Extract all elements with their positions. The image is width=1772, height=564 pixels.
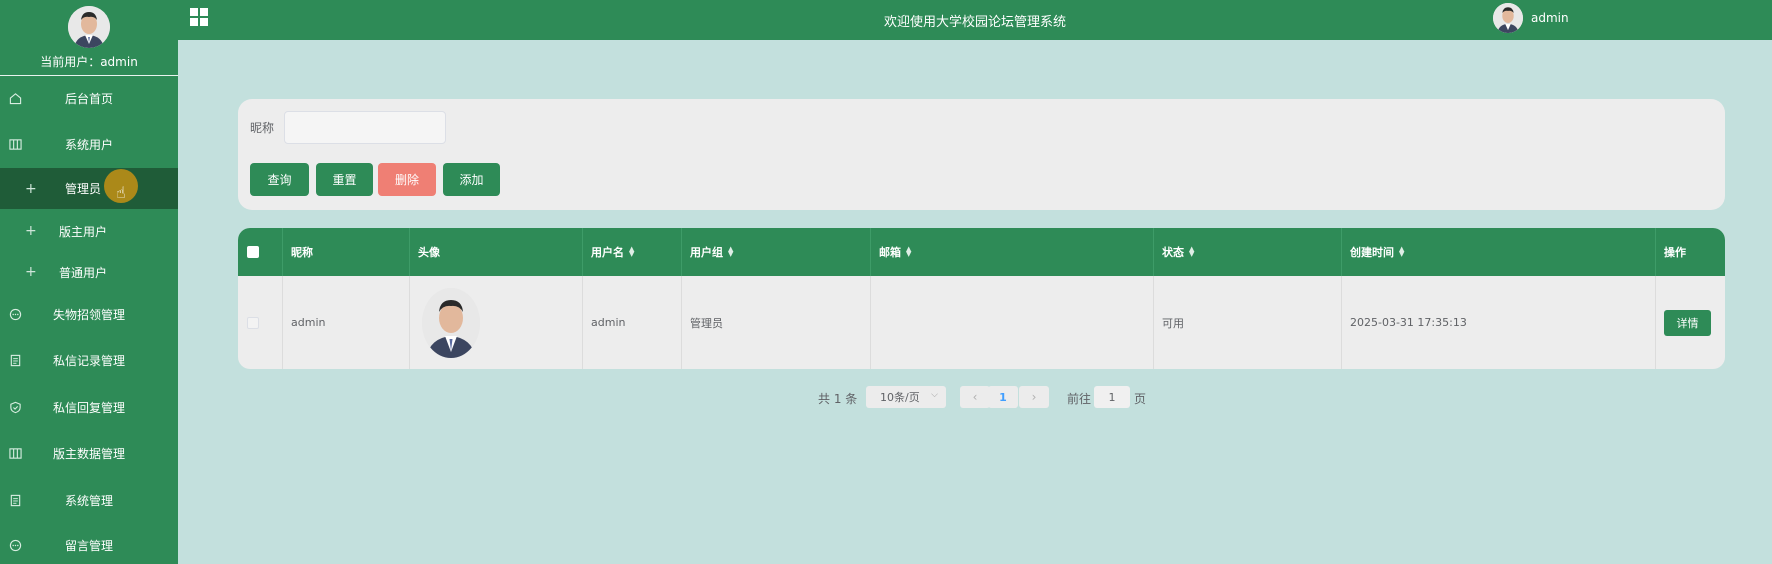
reset-button[interactable]: 重置	[316, 163, 373, 196]
sidebar-item-normal-users[interactable]: + 普通用户	[0, 252, 178, 292]
avatar	[1493, 3, 1523, 33]
admin-table: 昵称 头像 用户名 ▲ ▼ 用户组 ▲ ▼ 邮箱 ▲ ▼ 状态 ▲ ▼ 创建时间 ▲ ▼ 操作 ad…	[238, 228, 1725, 369]
sort-caret-icon: ▲ ▼	[629, 245, 635, 258]
cell-actions: 详情	[1656, 276, 1725, 369]
cell-username: admin	[583, 276, 682, 369]
column-user-group[interactable]: 用户组 ▲ ▼	[682, 228, 871, 276]
column-nickname: 昵称	[283, 228, 410, 276]
sidebar-item-admin[interactable]: + 管理员	[0, 168, 178, 209]
column-avatar: 头像	[410, 228, 583, 276]
top-bar: 欢迎使用大学校园论坛管理系统 admin	[178, 0, 1772, 40]
sort-caret-icon: ▲ ▼	[728, 245, 734, 258]
sidebar-item-private-messages[interactable]: 私信记录管理	[0, 340, 178, 380]
cell-avatar	[410, 276, 583, 369]
cell-nickname: admin	[283, 276, 410, 369]
sidebar-avatar	[68, 6, 110, 48]
column-status[interactable]: 状态 ▲ ▼	[1154, 228, 1342, 276]
sidebar-item-guestbook[interactable]: 留言管理	[0, 525, 178, 564]
chevron-left-icon: ‹	[972, 390, 978, 404]
detail-button[interactable]: 详情	[1664, 309, 1711, 336]
cell-user-group: 管理员	[682, 276, 871, 369]
row-select-cell	[238, 276, 283, 369]
goto-page-input[interactable]: 1	[1094, 386, 1130, 408]
pointer-hand-icon: ☝	[116, 183, 126, 202]
delete-button[interactable]: 删除	[378, 163, 436, 196]
column-actions: 操作	[1664, 246, 1686, 259]
sidebar-item-moderator-data[interactable]: 版主数据管理	[0, 433, 178, 473]
nickname-input[interactable]	[284, 111, 446, 144]
sidebar-item-moderator-users[interactable]: + 版主用户	[0, 211, 178, 251]
document-icon	[7, 492, 23, 508]
plus-icon: +	[25, 223, 37, 239]
goto-unit: 页	[1134, 392, 1147, 406]
home-icon	[7, 90, 23, 106]
columns-icon	[7, 445, 23, 461]
chevron-down-icon: ⌵	[931, 390, 938, 400]
sort-caret-icon: ▲ ▼	[906, 245, 912, 258]
plus-icon: +	[25, 264, 37, 280]
top-user-menu[interactable]: admin	[1493, 3, 1569, 33]
user-avatar-image	[422, 287, 480, 358]
plus-icon: +	[25, 180, 37, 197]
page-number-current[interactable]: 1	[988, 386, 1018, 408]
sort-caret-icon: ▲ ▼	[1189, 245, 1195, 258]
column-email[interactable]: 邮箱 ▲ ▼	[871, 228, 1154, 276]
sidebar-item-system-users[interactable]: 系统用户	[0, 124, 178, 164]
column-created-time[interactable]: 创建时间 ▲ ▼	[1342, 228, 1656, 276]
sidebar-user-panel: 当前用户：admin	[0, 0, 178, 76]
add-button[interactable]: 添加	[443, 163, 500, 196]
pagination-total: 共 1 条	[818, 392, 858, 406]
nickname-label: 昵称	[250, 121, 275, 135]
chevron-right-icon: ›	[1031, 390, 1037, 404]
chat-icon	[7, 306, 23, 322]
search-panel: 昵称 查询 重置 删除 添加	[238, 99, 1725, 210]
query-button[interactable]: 查询	[250, 163, 309, 196]
chat-icon	[7, 537, 23, 553]
cell-email	[871, 276, 1154, 369]
table-header: 昵称 头像 用户名 ▲ ▼ 用户组 ▲ ▼ 邮箱 ▲ ▼ 状态 ▲ ▼ 创建时间 ▲ ▼ 操作	[238, 228, 1725, 276]
sort-caret-icon: ▲ ▼	[1399, 245, 1405, 258]
cell-status: 可用	[1154, 276, 1342, 369]
sidebar-item-dashboard[interactable]: 后台首页	[0, 78, 178, 118]
sidebar-current-user: 当前用户：admin	[40, 55, 138, 69]
cell-created-time: 2025-03-31 17:35:13	[1342, 276, 1656, 369]
sidebar-item-lost-found[interactable]: 失物招领管理	[0, 294, 178, 334]
select-all-checkbox[interactable]	[247, 246, 259, 258]
select-all-cell	[238, 228, 283, 276]
pagination: 共 1 条 10条/页 ⌵ ‹ 1 › 前往 1 页	[0, 386, 1772, 408]
prev-page-button[interactable]: ‹	[960, 386, 990, 408]
next-page-button[interactable]: ›	[1019, 386, 1049, 408]
goto-label: 前往	[1067, 392, 1092, 406]
document-icon	[7, 352, 23, 368]
top-username: admin	[1531, 11, 1569, 25]
sidebar: 当前用户：admin 后台首页 系统用户 + 管理员 + 版主用户 + 普通用户…	[0, 0, 178, 564]
column-username[interactable]: 用户名 ▲ ▼	[583, 228, 682, 276]
page-size-select[interactable]: 10条/页 ⌵	[866, 386, 946, 408]
sidebar-item-system-management[interactable]: 系统管理	[0, 480, 178, 520]
columns-icon	[7, 136, 23, 152]
row-checkbox[interactable]	[247, 316, 259, 329]
